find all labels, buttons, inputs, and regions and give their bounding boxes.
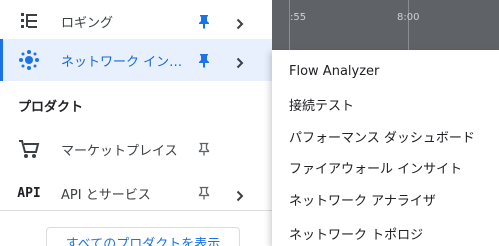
api-icon-text: API bbox=[17, 185, 41, 201]
submenu-item-performance-dashboard[interactable]: パフォーマンス ダッシュボード bbox=[289, 127, 475, 146]
nav-item-label: ネットワーク イン… bbox=[61, 54, 183, 70]
chevron-right-icon[interactable] bbox=[234, 15, 246, 30]
view-all-products-button[interactable]: すべてのプロダクトを表示 bbox=[46, 227, 240, 246]
time-tick-label: :55 bbox=[290, 12, 307, 23]
submenu-item-firewall-insights[interactable]: ファイアウォール インサイト bbox=[289, 158, 462, 177]
api-icon: API bbox=[17, 181, 41, 205]
nav-item-label: ロギング bbox=[61, 15, 114, 31]
section-heading-products: プロダクト bbox=[18, 100, 84, 115]
divider bbox=[0, 210, 272, 211]
chevron-right-icon[interactable] bbox=[234, 54, 246, 69]
navigation-menu: ロギング ネットワーク イン… プロダクト マーケットプレイス API API … bbox=[0, 0, 272, 246]
network-intelligence-icon bbox=[17, 48, 41, 72]
pin-outline-icon[interactable] bbox=[196, 185, 212, 201]
nav-item-network-intelligence[interactable]: ネットワーク イン… bbox=[0, 39, 272, 81]
background-chart: :55 8:00 bbox=[272, 0, 499, 50]
grid-line bbox=[289, 0, 290, 50]
nav-item-label: API とサービス bbox=[61, 187, 151, 203]
chevron-right-icon[interactable] bbox=[234, 187, 246, 202]
pin-outline-icon[interactable] bbox=[196, 141, 212, 157]
network-intelligence-submenu: Flow Analyzer 接続テスト パフォーマンス ダッシュボード ファイア… bbox=[272, 50, 499, 246]
marketplace-cart-icon bbox=[17, 137, 41, 161]
submenu-item-network-analyzer[interactable]: ネットワーク アナライザ bbox=[289, 190, 436, 209]
pin-icon[interactable] bbox=[196, 13, 212, 29]
nav-item-api-services[interactable]: API API とサービス bbox=[0, 172, 272, 214]
time-tick-label: 8:00 bbox=[397, 12, 420, 23]
grid-line bbox=[408, 0, 409, 50]
submenu-item-connectivity-tests[interactable]: 接続テスト bbox=[289, 95, 354, 114]
logging-icon bbox=[17, 9, 41, 33]
submenu-item-network-topology[interactable]: ネットワーク トポロジ bbox=[289, 224, 423, 243]
nav-item-label: マーケットプレイス bbox=[61, 143, 178, 159]
nav-item-logging[interactable]: ロギング bbox=[0, 0, 272, 42]
pin-icon[interactable] bbox=[196, 52, 212, 68]
nav-item-marketplace[interactable]: マーケットプレイス bbox=[0, 128, 272, 170]
submenu-item-flow-analyzer[interactable]: Flow Analyzer bbox=[289, 64, 379, 79]
